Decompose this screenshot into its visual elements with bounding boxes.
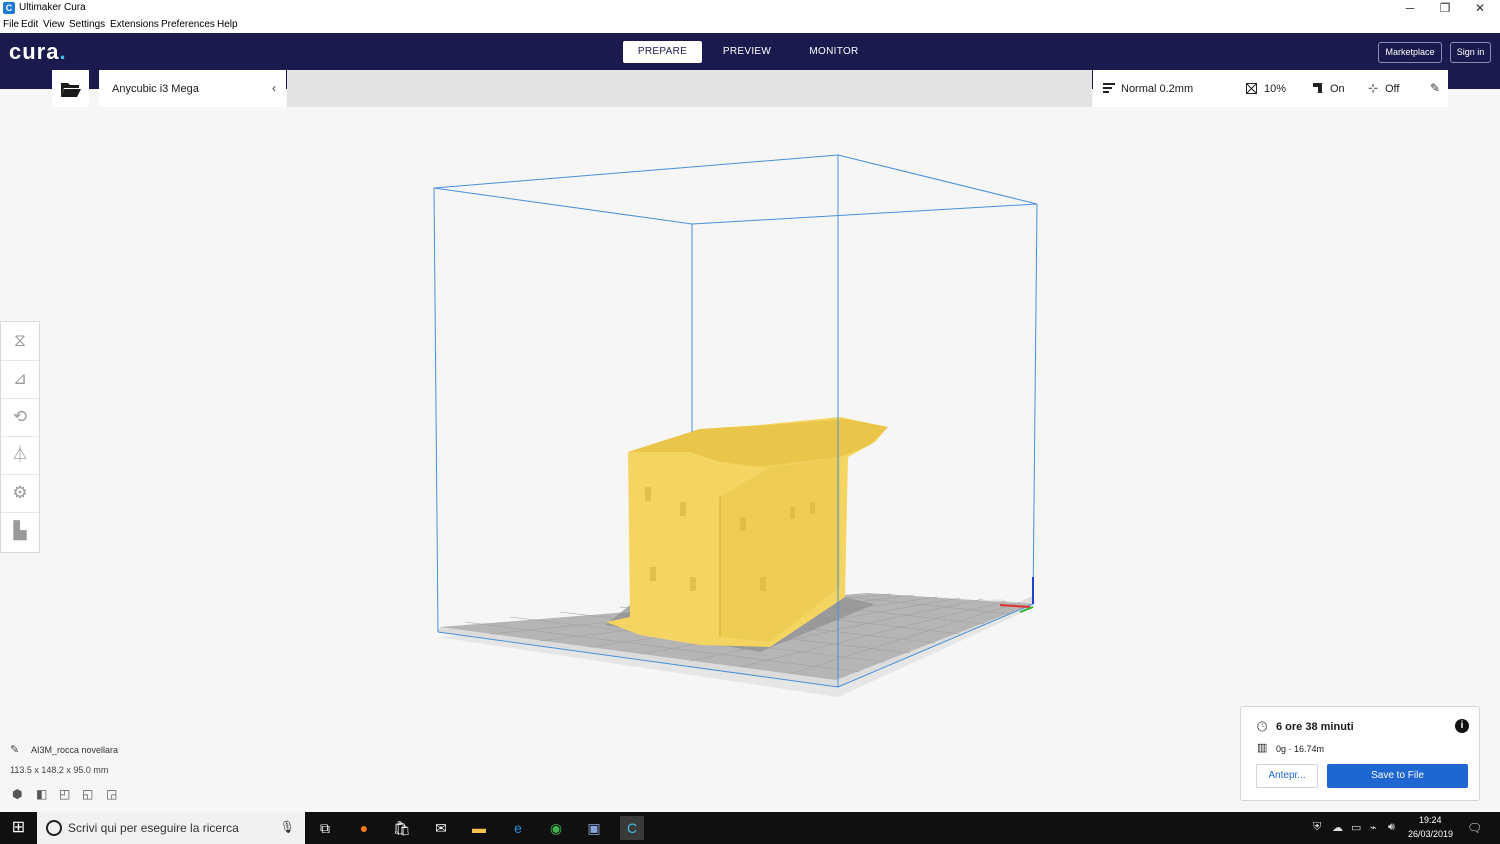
logo-text: cura bbox=[9, 39, 60, 64]
object-name: AI3M_rocca novellara bbox=[31, 745, 119, 755]
tab-preview[interactable]: PREVIEW bbox=[714, 41, 780, 63]
adhesion-value: Off bbox=[1385, 83, 1400, 95]
cura-taskbar-icon[interactable]: C bbox=[620, 816, 644, 840]
tool-panel: ⧖ ⊿ ⟲ ⏃ ⚙ ▙ bbox=[0, 321, 40, 553]
network-icon[interactable]: ⌁ bbox=[1370, 821, 1377, 834]
store-icon[interactable]: 🛍︎ bbox=[390, 816, 414, 840]
view-front-icon[interactable]: ◧ bbox=[36, 787, 47, 801]
support-icon bbox=[1313, 83, 1322, 93]
marketplace-button[interactable]: Marketplace bbox=[1378, 42, 1442, 63]
support-value: On bbox=[1330, 83, 1345, 95]
start-button[interactable]: ⊞ bbox=[0, 812, 37, 844]
print-job-panel: 🕒︎ 6 ore 38 minuti i ▥ 0g · 16.74m Antep… bbox=[1240, 706, 1480, 801]
cloud-icon[interactable]: ☁ bbox=[1332, 821, 1343, 834]
menu-preferences[interactable]: Preferences bbox=[161, 19, 215, 30]
adhesion-icon: ⊹ bbox=[1368, 81, 1379, 95]
sign-in-button[interactable]: Sign in bbox=[1450, 42, 1491, 63]
search-icon bbox=[46, 820, 62, 836]
toolbar-spacer bbox=[287, 70, 1092, 107]
taskbar-time[interactable]: 19:24 bbox=[1419, 815, 1442, 825]
menu-help[interactable]: Help bbox=[217, 19, 238, 30]
folder-open-icon bbox=[61, 83, 81, 97]
menu-settings[interactable]: Settings bbox=[69, 19, 105, 30]
clock-icon: 🕒︎ bbox=[1257, 719, 1268, 734]
microphone-icon[interactable]: 🎙︎ bbox=[280, 820, 295, 834]
printer-name: Anycubic i3 Mega bbox=[112, 83, 199, 95]
search-placeholder: Scrivi qui per eseguire la ricerca bbox=[68, 821, 239, 835]
move-tool-icon[interactable]: ⧖ bbox=[1, 322, 39, 361]
profile-icon bbox=[1103, 83, 1115, 93]
print-settings-panel[interactable]: Normal 0.2mm 10% On ⊹ Off ✎ bbox=[1093, 70, 1448, 107]
object-dimensions: 113.5 x 148.2 x 95.0 mm bbox=[10, 765, 109, 775]
support-blocker-icon[interactable]: ▙ bbox=[1, 512, 39, 550]
restore-button[interactable]: ❐ bbox=[1427, 0, 1463, 17]
view-3d-icon[interactable]: ⬢ bbox=[12, 787, 22, 801]
taskbar-search[interactable]: Scrivi qui per eseguire la ricerca 🎙︎ bbox=[37, 812, 305, 844]
windows-taskbar: ⊞ Scrivi qui per eseguire la ricerca 🎙︎ … bbox=[0, 812, 1500, 844]
menu-edit[interactable]: Edit bbox=[21, 19, 38, 30]
edge-icon[interactable]: e bbox=[506, 816, 530, 840]
firefox-icon[interactable]: ● bbox=[352, 816, 376, 840]
chrome-icon[interactable]: ◉ bbox=[544, 816, 568, 840]
mirror-tool-icon[interactable]: ⏃ bbox=[1, 436, 39, 475]
battery-icon[interactable]: ▭ bbox=[1351, 821, 1361, 834]
rotate-tool-icon[interactable]: ⟲ bbox=[1, 398, 39, 437]
tab-prepare[interactable]: PREPARE bbox=[623, 41, 702, 63]
menu-extensions[interactable]: Extensions bbox=[110, 19, 159, 30]
volume-icon[interactable]: 🔊︎ bbox=[1388, 821, 1395, 834]
taskbar-date[interactable]: 26/03/2019 bbox=[1408, 829, 1453, 839]
menu-file[interactable]: File bbox=[3, 19, 19, 30]
logo-dot: . bbox=[59, 39, 67, 64]
window-title: Ultimaker Cura bbox=[19, 2, 86, 13]
tab-monitor[interactable]: MONITOR bbox=[800, 41, 868, 63]
profile-label: Normal 0.2mm bbox=[1121, 83, 1194, 95]
title-bar: C Ultimaker Cura ─ ❐ ✕ bbox=[0, 0, 1500, 17]
print-time: 6 ore 38 minuti bbox=[1276, 721, 1354, 733]
close-button[interactable]: ✕ bbox=[1462, 0, 1498, 17]
view-top-icon[interactable]: ◰ bbox=[59, 787, 70, 801]
scale-tool-icon[interactable]: ⊿ bbox=[1, 360, 39, 399]
shield-icon[interactable]: ⛨ bbox=[1313, 821, 1321, 834]
cura-app-icon: C bbox=[3, 2, 15, 14]
pencil-icon[interactable]: ✎ bbox=[1430, 81, 1440, 95]
save-to-file-button[interactable]: Save to File bbox=[1327, 764, 1468, 788]
material-usage: 0g · 16.74m bbox=[1276, 744, 1325, 754]
mail-icon[interactable]: ✉ bbox=[429, 816, 453, 840]
menu-bar: File Edit View Settings Extensions Prefe… bbox=[0, 17, 1500, 33]
per-model-settings-icon[interactable]: ⚙ bbox=[1, 474, 39, 513]
cura-logo: cura. bbox=[9, 39, 67, 65]
info-icon[interactable]: i bbox=[1455, 719, 1469, 733]
task-view-icon[interactable]: ⧉ bbox=[313, 816, 337, 840]
printer-selector[interactable]: Anycubic i3 Mega ‹ bbox=[99, 70, 286, 107]
app-icon[interactable]: ▣ bbox=[582, 816, 606, 840]
notifications-icon[interactable]: 🗨︎ bbox=[1467, 821, 1482, 835]
view-left-icon[interactable]: ◱ bbox=[82, 787, 93, 801]
menu-view[interactable]: View bbox=[43, 19, 65, 30]
view-right-icon[interactable]: ◲ bbox=[106, 787, 117, 801]
spool-icon: ▥ bbox=[1257, 742, 1268, 754]
file-explorer-icon[interactable]: ▬ bbox=[467, 816, 491, 840]
infill-icon bbox=[1246, 83, 1257, 94]
infill-value: 10% bbox=[1264, 83, 1287, 95]
preview-button[interactable]: Antepr... bbox=[1256, 764, 1318, 788]
edit-name-pencil-icon[interactable]: ✎ bbox=[10, 743, 19, 756]
minimize-button[interactable]: ─ bbox=[1392, 0, 1428, 17]
chevron-left-icon: ‹ bbox=[272, 81, 276, 95]
open-file-button[interactable] bbox=[52, 70, 89, 107]
